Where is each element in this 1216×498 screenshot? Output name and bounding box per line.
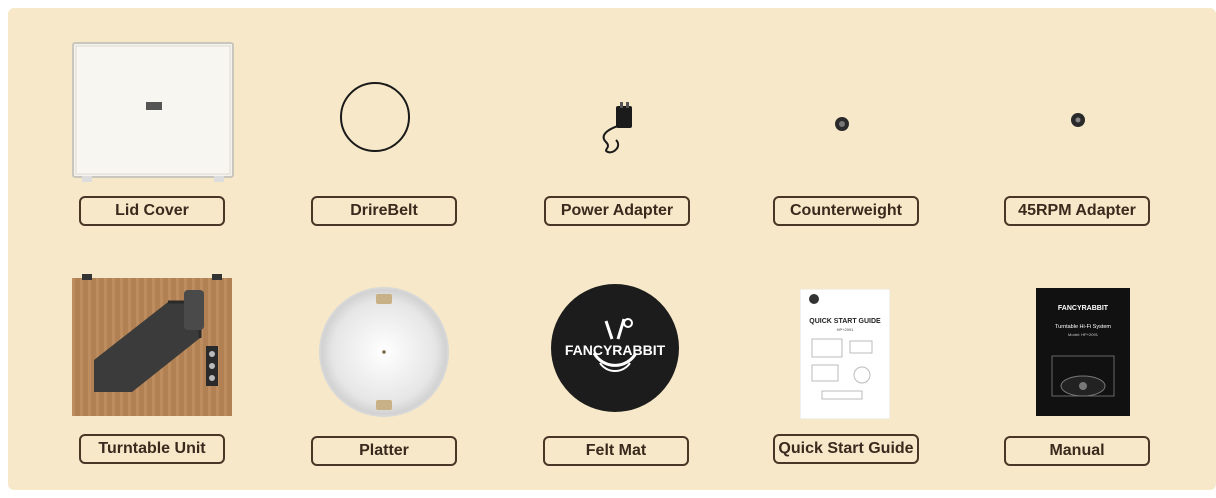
felt-mat-image: FANCYRABBIT	[551, 284, 679, 412]
manual-model: Model: HP+2091	[1068, 332, 1099, 337]
45rpm-adapter-image	[1071, 113, 1085, 127]
quick-start-guide-image: QUICK START GUIDE HP+2091	[800, 289, 890, 419]
turntable-unit-image	[72, 274, 232, 416]
label-power-adapter: Power Adapter	[544, 196, 690, 226]
drive-belt-image	[340, 82, 410, 152]
label-counterweight: Counterweight	[773, 196, 919, 226]
package-contents-panel: Lid Cover DrireBelt Power Adapter Counte…	[8, 8, 1216, 490]
power-adapter-image	[602, 102, 632, 154]
counterweight-image	[835, 117, 849, 131]
label-felt-mat: Felt Mat	[543, 436, 689, 466]
label-lid-cover: Lid Cover	[79, 196, 225, 226]
label-drive-belt: DrireBelt	[311, 196, 457, 226]
manual-image: FANCYRABBIT Turntable Hi-Fi System Model…	[1036, 288, 1130, 416]
label-quick-start-guide: Quick Start Guide	[773, 434, 919, 464]
manual-title: Turntable Hi-Fi System	[1055, 324, 1111, 330]
quick-start-guide-title: QUICK START GUIDE	[809, 318, 881, 325]
manual-brand: FANCYRABBIT	[1058, 305, 1109, 312]
label-45rpm-adapter: 45RPM Adapter	[1004, 196, 1150, 226]
lid-cover-image	[72, 42, 234, 182]
felt-mat-logo-text: FANCYRABBIT	[565, 342, 666, 358]
label-manual: Manual	[1004, 436, 1150, 466]
label-platter: Platter	[311, 436, 457, 466]
label-turntable-unit: Turntable Unit	[79, 434, 225, 464]
quick-start-guide-model: HP+2091	[837, 327, 855, 332]
platter-image	[319, 287, 449, 417]
